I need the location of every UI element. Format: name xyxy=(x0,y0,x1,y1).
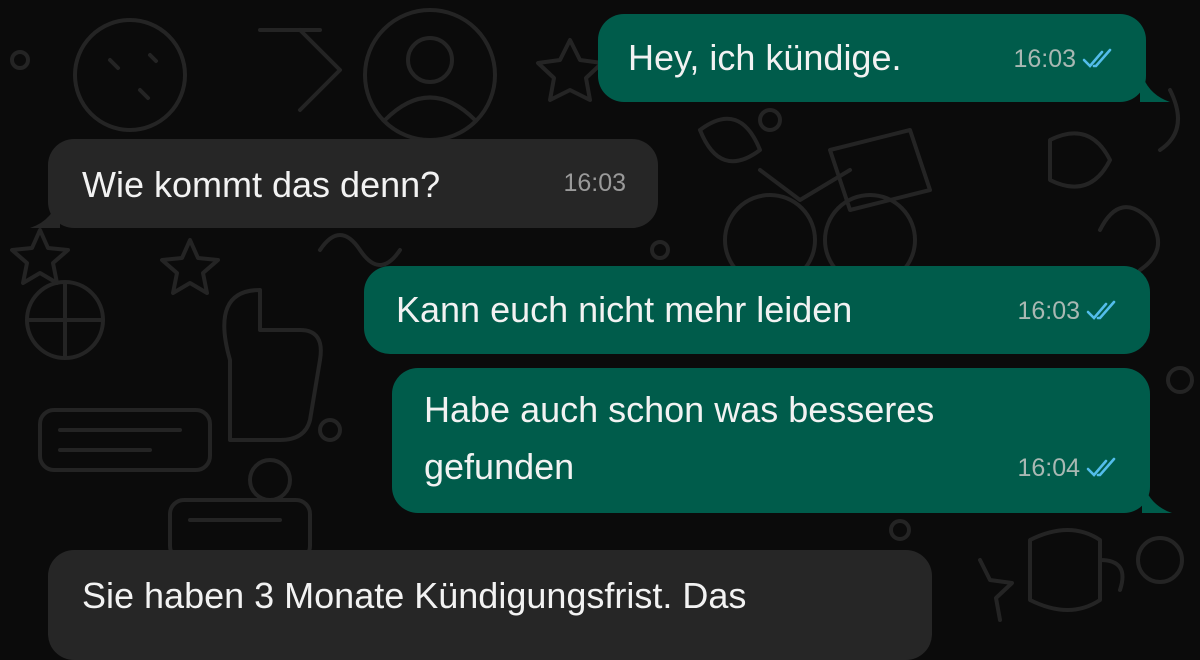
message-meta: 16:03 xyxy=(563,154,626,212)
bubble-tail xyxy=(1142,479,1172,513)
message-text: Wie kommt das denn? xyxy=(82,164,441,205)
message-text: Sie haben 3 Monate Kündigungsfrist. Das xyxy=(82,575,747,616)
message-bubble-outgoing[interactable]: Kann euch nicht mehr leiden 16:03 xyxy=(364,266,1150,354)
message-bubble-incoming[interactable]: Sie haben 3 Monate Kündigungsfrist. Das xyxy=(48,550,932,660)
bubble-tail xyxy=(1140,68,1170,102)
message-time: 16:04 xyxy=(1017,454,1080,482)
message-bubble-outgoing[interactable]: Hey, ich kündige. 16:03 xyxy=(598,14,1146,102)
message-meta: 16:03 xyxy=(1013,30,1116,88)
message-time: 16:03 xyxy=(1017,297,1080,325)
double-check-icon xyxy=(1086,457,1116,477)
message-bubble-outgoing[interactable]: Habe auch schon was besseres gefunden 16… xyxy=(392,368,1150,513)
message-meta: 16:04 xyxy=(1017,439,1120,497)
double-check-icon xyxy=(1082,48,1112,68)
message-time: 16:03 xyxy=(1013,45,1076,73)
message-time: 16:03 xyxy=(563,169,626,197)
message-text: Kann euch nicht mehr leiden xyxy=(396,289,853,330)
message-meta: 16:03 xyxy=(1017,282,1120,340)
message-text-line: Habe auch schon was besseres xyxy=(424,389,935,430)
message-bubble-incoming[interactable]: Wie kommt das denn? 16:03 xyxy=(48,139,658,228)
message-text-line: gefunden xyxy=(424,446,575,487)
message-text: Hey, ich kündige. xyxy=(628,37,902,78)
double-check-icon xyxy=(1086,300,1116,320)
bubble-tail xyxy=(30,194,60,228)
